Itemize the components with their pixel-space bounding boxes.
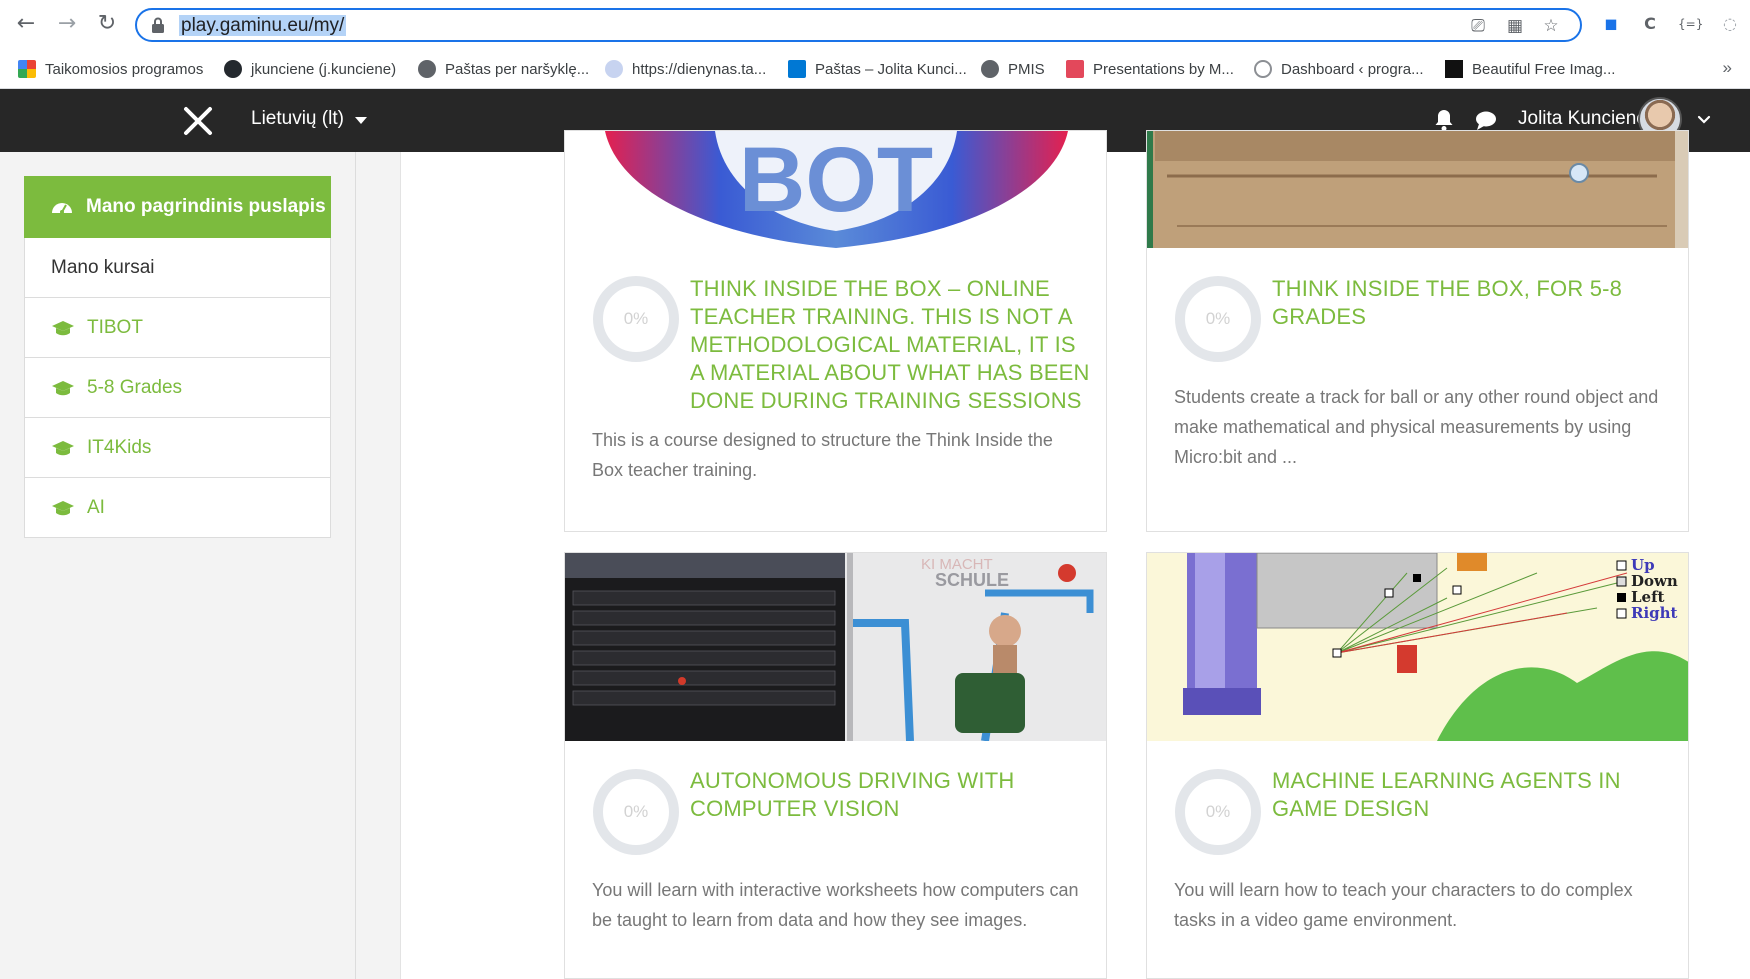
dienynas-icon: [605, 60, 623, 78]
close-icon[interactable]: [182, 105, 214, 137]
sidebar-item-label: Mano kursai: [51, 256, 155, 278]
graduation-cap-icon: [52, 500, 74, 515]
bookmark-item[interactable]: PMIS: [981, 58, 1045, 80]
progress-percent: 0%: [1205, 802, 1231, 821]
course-card[interactable]: KI MACHT SCHULE 0% AUTONOMOUS DRIVING WI…: [564, 552, 1107, 979]
sidebar-item-label: 5-8 Grades: [87, 376, 183, 398]
course-image-art: Up Down Left Right: [1147, 553, 1688, 741]
course-description: You will learn how to teach your charact…: [1174, 880, 1633, 930]
apps-grid-icon: [18, 60, 36, 78]
sidebar: Mano pagrindinis puslapis Mano kursai TI…: [24, 176, 331, 538]
graduation-cap-icon: [52, 440, 74, 455]
course-description: Students create a track for ball or any …: [1174, 387, 1659, 467]
reload-button[interactable]: ↻: [92, 9, 122, 39]
bookmark-item[interactable]: Beautiful Free Imag...: [1445, 58, 1615, 80]
course-card[interactable]: Up Down Left Right 0% MACHINE LEARNING A…: [1146, 552, 1689, 979]
course-title[interactable]: THINK INSIDE THE BOX – ONLINE TEACHER TR…: [690, 275, 1090, 415]
slides-s-icon: [1066, 60, 1084, 78]
wordpress-icon: [1254, 60, 1272, 78]
lock-icon: [152, 17, 164, 33]
sidebar-item-tibot[interactable]: TIBOT: [24, 298, 331, 358]
course-image-art: [1147, 131, 1688, 248]
course-description: You will learn with interactive workshee…: [592, 880, 1079, 930]
course-image[interactable]: Up Down Left Right: [1147, 553, 1688, 741]
sidebar-item-ai[interactable]: AI: [24, 478, 331, 538]
url-text[interactable]: play.gaminu.eu/my/: [179, 15, 347, 37]
star-bookmark-icon[interactable]: ☆: [1540, 15, 1562, 37]
github-icon: [224, 60, 242, 78]
bookmark-item[interactable]: Paštas – Jolita Kunci...: [788, 58, 967, 80]
globe-icon: [981, 60, 999, 78]
course-image[interactable]: BOT: [565, 131, 1106, 248]
sidebar-item-label: IT4Kids: [87, 436, 152, 458]
bookmark-item[interactable]: jkunciene (j.kunciene): [224, 58, 396, 80]
back-button[interactable]: ←: [11, 9, 41, 39]
sidebar-item-label: Mano pagrindinis puslapis: [86, 196, 326, 217]
progress-percent: 0%: [1205, 309, 1231, 328]
course-title[interactable]: MACHINE LEARNING AGENTS IN GAME DESIGN: [1272, 767, 1672, 823]
more-bookmarks-icon[interactable]: »: [1723, 58, 1732, 78]
bookmark-item[interactable]: Taikomosios programos: [18, 58, 203, 80]
course-image-art: KI MACHT SCHULE: [565, 553, 1106, 741]
qr-code-icon[interactable]: ▦: [1504, 15, 1526, 37]
extension-c-icon[interactable]: C: [1638, 12, 1662, 36]
course-image[interactable]: [1147, 131, 1688, 248]
progress-percent: 0%: [623, 802, 649, 821]
sidebar-item-my-courses[interactable]: Mano kursai: [24, 238, 331, 298]
course-description: This is a course designed to structure t…: [592, 430, 1053, 480]
course-image-art: BOT: [605, 131, 1068, 248]
chevron-down-icon: [354, 116, 367, 124]
sidebar-item-label: AI: [87, 496, 105, 518]
outlook-icon: [788, 60, 806, 78]
image-legend-label: Right: [1631, 604, 1678, 622]
bookmark-item[interactable]: Paštas per naršyklę...: [418, 58, 589, 80]
user-name[interactable]: Jolita Kuncienė: [1518, 108, 1647, 130]
graduation-cap-icon: [52, 320, 74, 335]
chevron-down-icon[interactable]: [1697, 113, 1711, 127]
sidebar-item-5-8-grades[interactable]: 5-8 Grades: [24, 358, 331, 418]
extension-code-icon[interactable]: {=}: [1678, 12, 1703, 36]
cast-icon[interactable]: ⎚: [1467, 15, 1489, 37]
svg-text:BOT: BOT: [739, 131, 933, 231]
course-title[interactable]: AUTONOMOUS DRIVING WITH COMPUTER VISION: [690, 767, 1090, 823]
bookmark-item[interactable]: Dashboard ‹ progra...: [1254, 58, 1424, 80]
forward-button[interactable]: →: [52, 9, 82, 39]
unsplash-icon: [1445, 60, 1463, 78]
progress-percent: 0%: [623, 309, 649, 328]
extension-bookmark-icon[interactable]: ◼: [1599, 12, 1623, 36]
content-divider: [355, 152, 356, 979]
course-image[interactable]: KI MACHT SCHULE: [565, 553, 1106, 741]
bookmarks-bar: Taikomosios programos jkunciene (j.kunci…: [0, 49, 1750, 89]
language-selector[interactable]: Lietuvių (lt): [251, 108, 367, 130]
sidebar-item-it4kids[interactable]: IT4Kids: [24, 418, 331, 478]
course-card[interactable]: BOT 0% THINK INSIDE THE BOX – ONLINE TEA…: [564, 130, 1107, 532]
graduation-cap-icon: [52, 380, 74, 395]
language-label: Lietuvių (lt): [251, 108, 344, 129]
image-caption: SCHULE: [935, 570, 1009, 590]
extension-swirl-icon[interactable]: ◌: [1718, 12, 1742, 36]
sidebar-item-dashboard[interactable]: Mano pagrindinis puslapis: [24, 176, 331, 238]
dashboard-gauge-icon: [52, 203, 72, 214]
bookmark-item[interactable]: https://dienynas.ta...: [605, 58, 766, 80]
globe-icon: [418, 60, 436, 78]
sidebar-item-label: TIBOT: [87, 316, 143, 338]
address-bar[interactable]: play.gaminu.eu/my/ ⎚ ▦ ☆: [135, 8, 1582, 42]
browser-toolbar: ← → ↻ play.gaminu.eu/my/ ⎚ ▦ ☆ ◼ C {=} ◌: [0, 0, 1750, 49]
course-card[interactable]: 0% THINK INSIDE THE BOX, FOR 5-8 GRADES …: [1146, 130, 1689, 532]
course-title[interactable]: THINK INSIDE THE BOX, FOR 5-8 GRADES: [1272, 275, 1672, 331]
bookmark-item[interactable]: Presentations by M...: [1066, 58, 1234, 80]
